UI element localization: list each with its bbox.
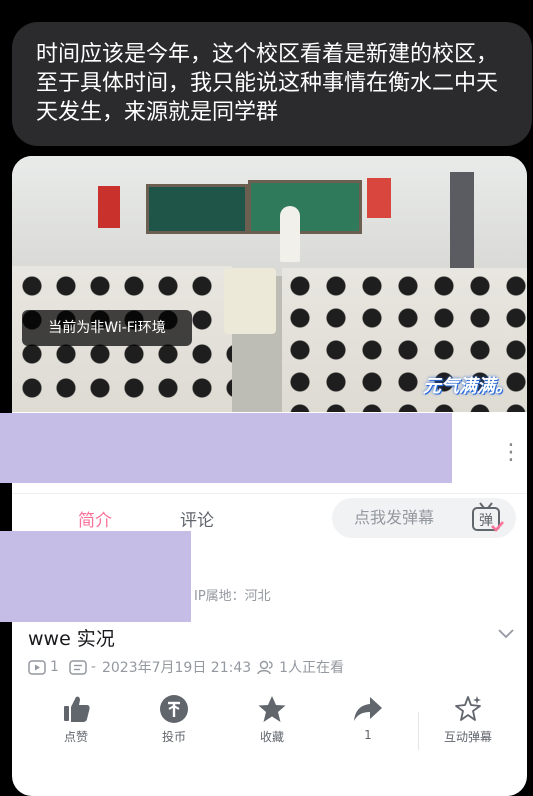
redaction-block-uploader [0,531,191,622]
coin-label: 投币 [161,730,186,744]
wifi-notice-toast: 当前为非Wi-Fi环境 [22,310,192,346]
danmu-count: - [90,659,96,675]
caption-text: 时间应该是今年，这个校区看着是新建的校区，至于具体时间，我只能说这种事情在衡水二… [36,42,499,125]
video-scene-poster [98,186,120,228]
like-button[interactable]: 点赞 [36,694,116,745]
video-scene-poster [367,178,391,218]
coin-icon [160,695,188,723]
share-count-label: 1 [364,728,372,742]
interactive-danmu-button[interactable]: 互动弹幕 [428,694,508,745]
watching-people-icon [257,660,273,674]
publish-time: 2023年7月19日 21:43 [101,660,252,676]
play-count-icon [28,659,46,675]
tab-comments[interactable]: 评论 [180,506,214,531]
danmu-toggle-icon[interactable]: 弹 [470,502,504,534]
tab-intro[interactable]: 简介 [78,506,112,531]
interactive-danmu-label: 互动弹幕 [443,730,492,744]
favorite-label: 收藏 [259,730,284,744]
play-count: 1 [50,659,59,675]
more-options-icon[interactable]: ⋮ [500,438,522,468]
divider [12,493,527,494]
video-scene-teacher [280,206,300,262]
video-scene-podium [224,268,276,334]
video-stats: 1 - 2023年7月19日 21:43 1人正在看 [28,657,350,677]
watching-count: 1人正在看 [279,660,345,676]
caption-bubble: 时间应该是今年，这个校区看着是新建的校区，至于具体时间，我只能说这种事情在衡水二… [12,22,532,146]
chevron-down-icon[interactable] [495,622,517,644]
danmu-count-icon [69,659,87,675]
action-separator [418,712,419,750]
redaction-block-top [0,413,452,483]
like-label: 点赞 [63,730,88,744]
video-scene-screen [248,180,362,234]
star-icon [258,696,286,722]
ip-location: IP属地：河北 [194,589,271,604]
coin-button[interactable]: 投币 [134,694,214,745]
sparkle-icon [455,696,481,721]
video-scene-blackboard [146,184,248,234]
action-bar: 点赞 投币 收藏 1 互动弹幕 [12,694,527,764]
danmu-input-pill[interactable]: 点我发弹幕 弹 [332,498,516,538]
share-icon [354,697,382,721]
video-title: wwe 实况 [28,628,115,650]
danmu-toggle-glyph: 弹 [479,513,493,529]
favorite-button[interactable]: 收藏 [232,694,312,745]
video-player[interactable]: 当前为非Wi-Fi环境 元气满满。 [12,156,527,412]
thumbs-up-icon [64,696,90,722]
share-button[interactable]: 1 [328,694,408,742]
video-watermark: 元气满满。 [423,376,513,397]
danmu-input-placeholder: 点我发弹幕 [354,508,435,527]
